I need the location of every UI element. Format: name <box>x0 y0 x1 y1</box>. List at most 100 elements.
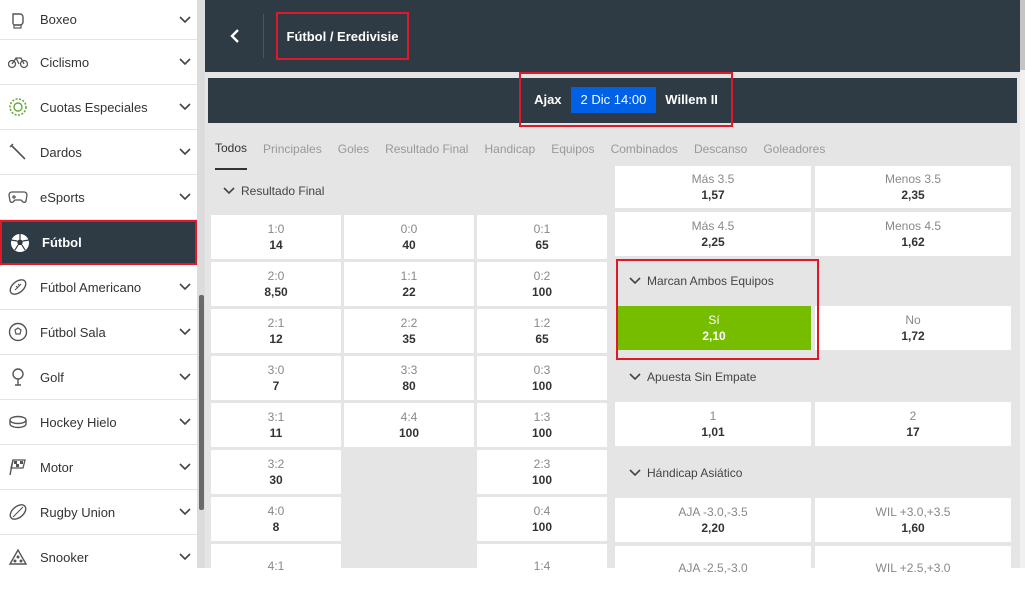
chevron-down-icon[interactable] <box>179 191 191 203</box>
score-odds-button[interactable]: 0:4 100 <box>477 497 607 541</box>
chevron-down-icon[interactable] <box>179 461 191 473</box>
score-odds-button[interactable]: 1:4 <box>477 544 607 588</box>
event-main-panel: Fútbol / Eredivisie Ajax 2 Dic 14:00 Wil… <box>205 0 1020 590</box>
odds-button-mas-3-5[interactable]: Más 3.5 1,57 <box>615 166 811 208</box>
score-odds-button[interactable]: 3:2 30 <box>211 450 341 494</box>
sidebar-item-label: Rugby Union <box>40 504 116 520</box>
sidebar-item-golf[interactable]: Golf <box>0 355 197 400</box>
sidebar-item-motor[interactable]: Motor <box>0 445 197 490</box>
sidebar-item-hockey-hielo[interactable]: Hockey Hielo <box>0 400 197 445</box>
score-odds-button[interactable]: 4:0 8 <box>211 497 341 541</box>
score-odds-button[interactable]: 4:1 <box>211 544 341 588</box>
odds-value: 1,72 <box>901 328 925 343</box>
odds-button-wil-handicap[interactable]: WIL +3.0,+3.5 1,60 <box>815 498 1011 542</box>
score-odds-button[interactable]: 1:3 100 <box>477 403 607 447</box>
odds-button-aja-handicap[interactable]: AJA -3.0,-3.5 2,20 <box>615 498 811 542</box>
chevron-down-icon[interactable] <box>179 506 191 518</box>
odds-button-menos-3-5[interactable]: Menos 3.5 2,35 <box>815 166 1011 208</box>
score-odds-button[interactable]: 3:0 7 <box>211 356 341 400</box>
chevron-down-icon[interactable] <box>179 416 191 428</box>
sidebar-item-label: Ciclismo <box>40 54 90 70</box>
sidebar-item-label: Cuotas Especiales <box>40 99 148 115</box>
market-header-sin-empate[interactable]: Apuesta Sin Empate <box>615 357 1020 397</box>
tab-handicap[interactable]: Handicap <box>484 128 535 170</box>
odds-label: Menos 3.5 <box>884 171 942 186</box>
sidebar-item-futbol[interactable]: Fútbol <box>0 220 197 265</box>
odds-value: 1,01 <box>701 424 725 439</box>
score-odds-button[interactable]: 1:1 22 <box>344 262 474 306</box>
score-odds-button[interactable]: 2:3 100 <box>477 450 607 494</box>
sidebar-item-label: Hockey Hielo <box>40 414 117 430</box>
odds-label: Menos 4.5 <box>884 218 942 233</box>
odds-button-2[interactable]: 2 17 <box>815 402 1011 446</box>
chevron-down-icon[interactable] <box>179 101 191 113</box>
sidebar-item-futbol-sala[interactable]: Fútbol Sala <box>0 310 197 355</box>
market-header[interactable]: Resultado Final <box>205 172 610 209</box>
chevron-down-icon[interactable] <box>179 551 191 563</box>
tab-principales[interactable]: Principales <box>263 128 322 170</box>
odds-value: 7 <box>272 378 280 393</box>
page-scrollbar[interactable] <box>1020 0 1025 568</box>
odds-value: 65 <box>535 331 549 346</box>
sidebar-item-ciclismo[interactable]: Ciclismo <box>0 40 197 85</box>
tab-todos[interactable]: Todos <box>215 128 248 170</box>
score-label: 0:2 <box>533 268 551 283</box>
score-odds-button[interactable]: 3:1 11 <box>211 403 341 447</box>
tab-goleadores[interactable]: Goleadores <box>763 128 825 170</box>
chevron-down-icon[interactable] <box>179 326 191 338</box>
sidebar-item-cuotas-especiales[interactable]: Cuotas Especiales <box>0 85 197 130</box>
odds-button-menos-4-5[interactable]: Menos 4.5 1,62 <box>815 212 1011 256</box>
sidebar-item-futbol-americano[interactable]: Fútbol Americano <box>0 265 197 310</box>
score-odds-button[interactable]: 2:0 8,50 <box>211 262 341 306</box>
sidebar-item-boxeo[interactable]: Boxeo <box>0 0 197 40</box>
market-header-ambos-equipos[interactable]: Marcan Ambos Equipos <box>615 261 1020 301</box>
score-odds-button[interactable]: 2:1 12 <box>211 309 341 353</box>
score-label: 2:0 <box>267 268 285 283</box>
sidebar-item-esports[interactable]: eSports <box>0 175 197 220</box>
chevron-down-icon[interactable] <box>179 56 191 68</box>
chevron-down-icon[interactable] <box>179 14 191 26</box>
score-odds-button[interactable]: 1:0 14 <box>211 215 341 259</box>
odds-button-mas-4-5[interactable]: Más 4.5 2,25 <box>615 212 811 256</box>
odds-value: 8,50 <box>264 284 288 299</box>
tab-descanso[interactable]: Descanso <box>694 128 747 170</box>
odds-button-no[interactable]: No 1,72 <box>815 306 1011 350</box>
sidebar-scrollbar-thumb[interactable] <box>199 295 204 510</box>
chevron-down-icon[interactable] <box>179 371 191 383</box>
page-scrollbar-thumb[interactable] <box>1020 0 1025 70</box>
score-odds-button[interactable]: 4:4 100 <box>344 403 474 447</box>
market-title: Resultado Final <box>241 183 325 198</box>
score-label: 1:0 <box>267 221 285 236</box>
tab-resultado-final[interactable]: Resultado Final <box>385 128 468 170</box>
market-header-handicap-asiatico[interactable]: Hándicap Asiático <box>615 453 1020 493</box>
score-odds-button[interactable]: 2:2 35 <box>344 309 474 353</box>
score-odds-button[interactable]: 3:3 80 <box>344 356 474 400</box>
odds-button-1[interactable]: 1 1,01 <box>615 402 811 446</box>
odds-label: 1 <box>709 408 717 423</box>
sidebar-item-dardos[interactable]: Dardos <box>0 130 197 175</box>
score-odds-button[interactable]: 0:0 40 <box>344 215 474 259</box>
score-odds-button[interactable]: 0:1 65 <box>477 215 607 259</box>
score-odds-button[interactable]: 0:2 100 <box>477 262 607 306</box>
market-tabs: Todos Principales Goles Resultado Final … <box>205 128 1020 170</box>
tab-combinados[interactable]: Combinados <box>611 128 678 170</box>
odds-value: 100 <box>398 425 420 440</box>
sidebar-item-rugby-union[interactable]: Rugby Union <box>0 490 197 535</box>
chevron-down-icon[interactable] <box>179 146 191 158</box>
chevron-down-icon <box>629 275 641 287</box>
score-label: 0:1 <box>533 221 551 236</box>
sidebar-item-snooker[interactable]: Snooker <box>0 535 197 568</box>
score-label: 3:3 <box>400 362 418 377</box>
chevron-down-icon[interactable] <box>179 281 191 293</box>
score-odds-button[interactable]: 0:3 100 <box>477 356 607 400</box>
odds-value: 1,60 <box>901 520 925 535</box>
event-header: Fútbol / Eredivisie <box>205 0 1020 72</box>
tab-goles[interactable]: Goles <box>338 128 369 170</box>
tab-equipos[interactable]: Equipos <box>551 128 594 170</box>
odds-button-si[interactable]: Sí 2,10 <box>617 306 811 350</box>
back-button[interactable] <box>223 24 247 48</box>
chevron-down-icon <box>629 371 641 383</box>
odds-button-aja-handicap[interactable]: AJA -2.5,-3.0 <box>615 546 811 590</box>
odds-button-wil-handicap[interactable]: WIL +2.5,+3.0 <box>815 546 1011 590</box>
score-odds-button[interactable]: 1:2 65 <box>477 309 607 353</box>
